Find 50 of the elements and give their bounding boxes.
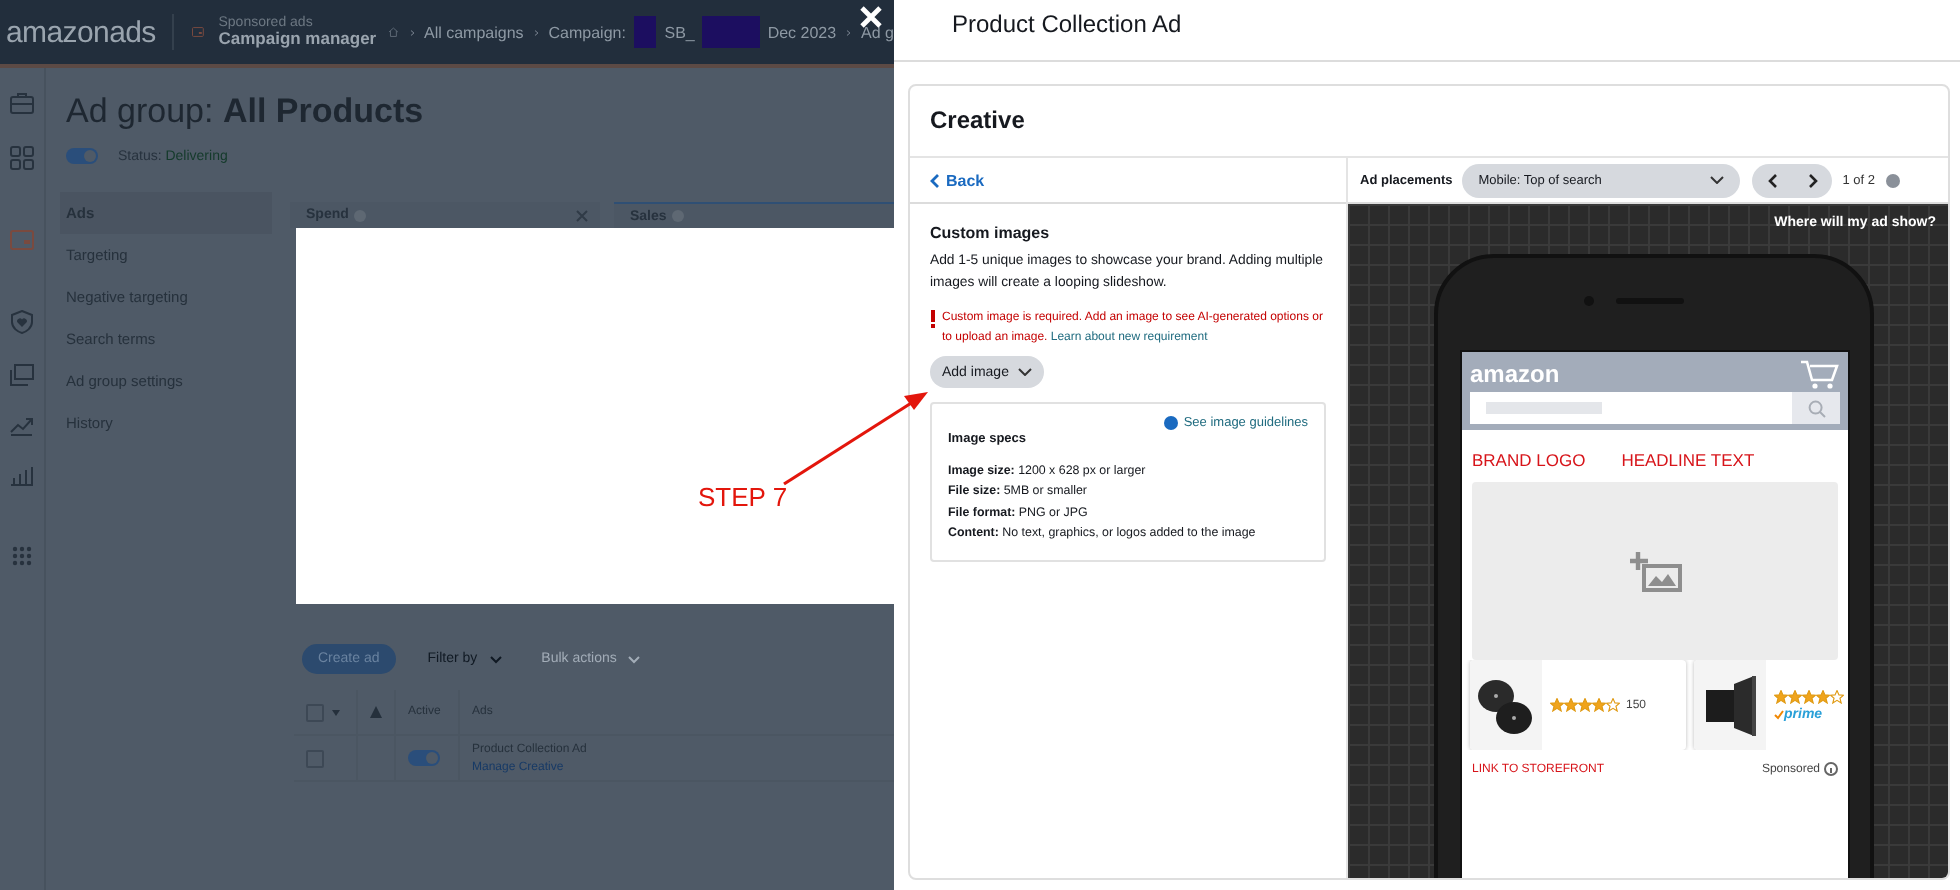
home-icon[interactable] (388, 22, 400, 42)
chevron-left-icon (930, 173, 940, 187)
add-image-icon (1629, 551, 1681, 591)
brand-logo-text: BRAND LOGO (1472, 450, 1586, 470)
search-icon (1807, 399, 1825, 417)
check-icon (1774, 709, 1784, 719)
chevron-icon (409, 25, 414, 39)
section-heading: Custom images (930, 224, 1052, 242)
app-name: Campaign manager (218, 30, 377, 49)
redaction-block (702, 16, 760, 48)
card-icon[interactable] (10, 230, 34, 250)
redaction-block (633, 16, 657, 48)
close-button[interactable] (860, 6, 882, 28)
warning-icon (370, 706, 382, 718)
breadcrumb-link[interactable]: Campaign: (548, 23, 626, 41)
active-toggle[interactable] (408, 750, 440, 766)
chevron-right-icon (1807, 173, 1818, 187)
cart-icon (1800, 359, 1840, 389)
caret-icon (489, 655, 502, 663)
apps-icon[interactable] (12, 546, 32, 566)
card-icon (192, 22, 205, 42)
alert-icon (930, 310, 936, 328)
caret-icon[interactable] (332, 709, 340, 715)
store-logo: amazon (1470, 360, 1560, 388)
step-label: STEP 7 (698, 482, 788, 512)
trend-icon[interactable] (10, 416, 34, 436)
breadcrumb-link[interactable]: Ad g (861, 23, 894, 41)
breadcrumb-link[interactable]: All campaigns (423, 23, 524, 41)
images-icon[interactable] (10, 364, 34, 386)
logo[interactable]: amazonads (6, 15, 156, 49)
placeholder-bar (1486, 402, 1602, 414)
bar-chart-icon[interactable] (10, 466, 34, 486)
back-link[interactable]: Back (930, 171, 985, 189)
headline-text: HEADLINE TEXT (1621, 450, 1755, 470)
breadcrumb-link[interactable]: SB_ (664, 23, 695, 41)
close-icon[interactable] (576, 209, 588, 221)
grid-icon[interactable] (10, 146, 34, 170)
status-toggle[interactable] (66, 148, 98, 164)
caret-icon (1710, 176, 1725, 184)
chevron-left-icon (1767, 173, 1778, 187)
section-title: Creative (910, 86, 1948, 158)
caret-icon (628, 655, 641, 663)
chevron-icon (846, 25, 852, 39)
caret-icon (1018, 368, 1033, 376)
shield-heart-icon[interactable] (10, 310, 34, 334)
close-icon (860, 6, 882, 28)
briefcase-icon[interactable] (10, 92, 34, 114)
drawer-title: Product Collection Ad (894, 0, 1960, 62)
chevron-icon (533, 25, 539, 39)
breadcrumb-link[interactable]: Dec 2023 (767, 23, 837, 41)
